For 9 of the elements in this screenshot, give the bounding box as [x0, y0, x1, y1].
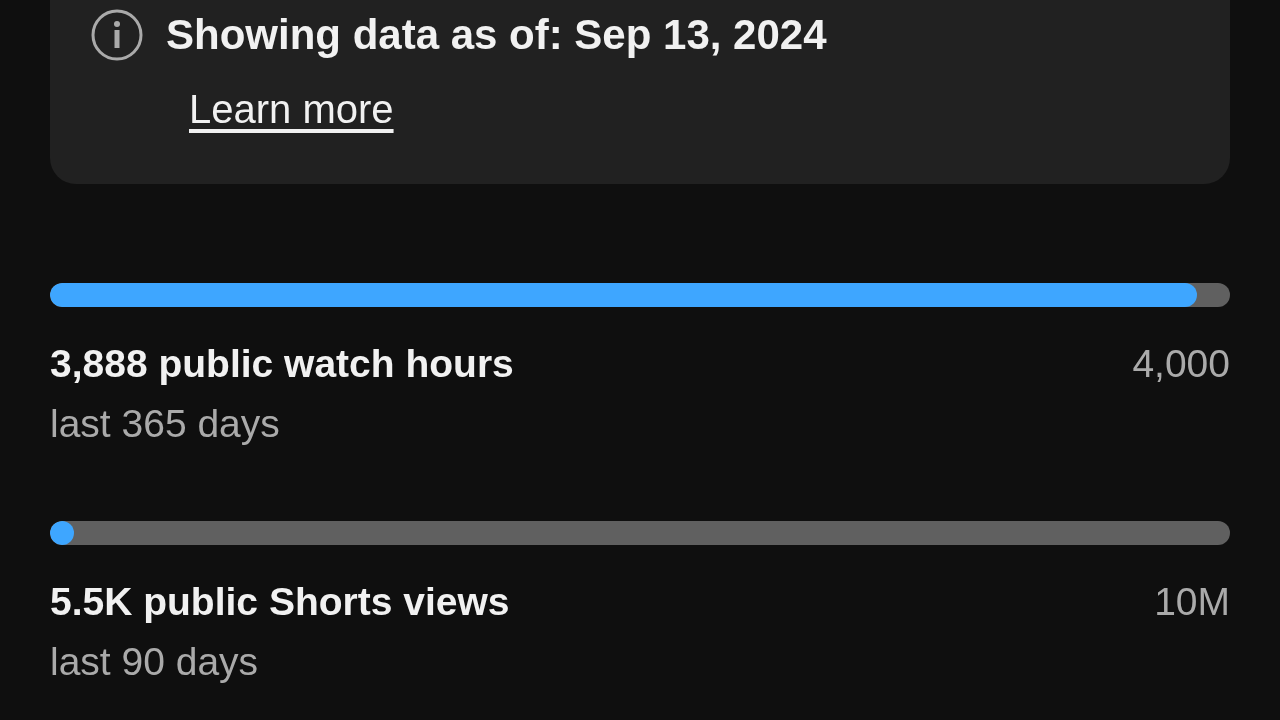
- goal-value: 4,000: [1132, 341, 1230, 387]
- period-label: last 90 days: [50, 640, 259, 683]
- metric-label: 5.5K public Shorts views: [50, 579, 510, 625]
- info-icon: [90, 8, 144, 62]
- period-label: last 365 days: [50, 402, 280, 445]
- learn-more-link[interactable]: Learn more: [189, 84, 394, 134]
- notice-title: Showing data as of: Sep 13, 2024: [166, 10, 827, 60]
- metric-label: 3,888 public watch hours: [50, 341, 514, 387]
- goal-value: 10M: [1154, 579, 1230, 625]
